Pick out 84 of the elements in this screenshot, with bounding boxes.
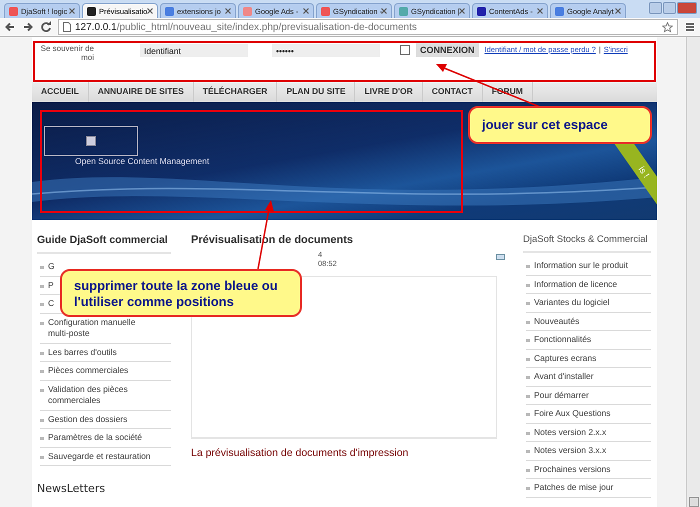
menu-link[interactable]: Pièces commerciales [48, 365, 128, 376]
page-icon [63, 22, 71, 32]
article-heading: La prévisualisation de documents d'impression [191, 447, 410, 459]
bullet-icon [40, 303, 44, 306]
favicon-icon [165, 6, 174, 16]
close-tab-icon[interactable] [147, 8, 153, 14]
menu-link[interactable]: Notes version 2.x.x [534, 426, 606, 438]
menu-link[interactable]: Foire Aux Questions [534, 408, 611, 420]
menu-link[interactable]: Information sur le produit [534, 260, 628, 272]
reload-icon[interactable] [40, 21, 52, 33]
menu-link[interactable]: Captures ecrans [534, 352, 596, 364]
close-tab-icon[interactable] [225, 8, 231, 14]
banner-tagline: Open Source Content Management [75, 156, 210, 166]
menu-link[interactable]: G [48, 261, 55, 272]
menu-link[interactable]: Validation des pièces commerciales [48, 384, 158, 406]
favicon-icon [477, 6, 486, 16]
sidebar-title: Guide DjaSoft commercial [37, 234, 171, 254]
sidebar-title: DjaSoft Stocks & Commercial [523, 234, 651, 253]
menu-link[interactable]: Pour démarrer [534, 390, 589, 401]
favicon-icon [9, 6, 18, 16]
close-tab-icon[interactable] [459, 8, 465, 14]
bullet-icon [40, 388, 44, 392]
remember-checkbox[interactable] [400, 45, 410, 55]
menu-link[interactable]: Notes version 3.x.x [534, 445, 606, 456]
bullet-icon [526, 432, 530, 434]
username-field[interactable]: Identifiant [140, 44, 248, 57]
bullet-icon [526, 339, 530, 342]
bullet-icon [40, 370, 44, 373]
close-tab-icon[interactable] [303, 8, 309, 14]
menu-link[interactable]: C [48, 298, 54, 310]
menu-link[interactable]: Les barres d'outils [48, 346, 117, 358]
bullet-icon [40, 418, 44, 422]
broken-image-icon [86, 136, 96, 146]
favicon-icon [87, 6, 96, 16]
bullet-icon [526, 265, 530, 268]
annotation-callout: supprimer toute la zone bleue ou l'utiliser comme positions [60, 269, 302, 317]
menu-link[interactable]: Nouveautés [534, 316, 580, 327]
favicon-icon [321, 6, 330, 16]
password-field[interactable]: •••••• [272, 44, 380, 57]
bullet-icon [526, 450, 530, 453]
bullet-icon [40, 456, 44, 458]
menu-link[interactable]: Information de licence [534, 278, 618, 290]
url-text: 127.0.0.1/public_html/nouveau_site/index.php/previsualisation-de-documents [75, 22, 417, 32]
bullet-icon [526, 468, 530, 472]
bullet-icon [526, 358, 530, 360]
bullet-icon [526, 302, 530, 305]
bullet-icon [40, 437, 44, 440]
bullet-icon [526, 394, 530, 398]
bullet-icon [526, 376, 530, 379]
bullet-icon [526, 284, 530, 286]
bullet-icon [40, 322, 44, 324]
menu-icon[interactable] [684, 21, 696, 33]
bullet-icon [40, 266, 44, 269]
remember-label: Se souvenir de moi [40, 44, 94, 62]
menu-link[interactable]: Paramètres de la société [48, 432, 142, 444]
annotation-callout: jouer sur cet espace [468, 106, 652, 144]
menu-link[interactable]: Variantes du logiciel [534, 297, 610, 308]
bullet-icon [40, 352, 44, 354]
bullet-icon [526, 320, 530, 324]
bullet-icon [526, 487, 530, 490]
close-tab-icon[interactable] [69, 8, 75, 14]
menu-link[interactable]: Avant d'installer [534, 371, 594, 382]
bullet-icon [526, 413, 530, 416]
close-tab-icon[interactable] [537, 8, 543, 14]
scrollbar[interactable] [686, 37, 700, 507]
login-button[interactable]: CONNEXION [416, 43, 479, 57]
back-icon[interactable] [4, 21, 16, 33]
star-icon[interactable] [662, 22, 673, 32]
menu-link[interactable]: Configuration manuelle multi-poste [48, 316, 158, 340]
forward-icon[interactable] [22, 21, 34, 33]
menu-link[interactable]: Prochaines versions [534, 464, 611, 475]
close-tab-icon[interactable] [381, 8, 387, 14]
menu-link[interactable]: Sauvegarde et restauration [48, 450, 151, 462]
address-bar[interactable]: 127.0.0.1/public_html/nouveau_site/index.php/previsualisation-de-documents [58, 19, 678, 35]
menu-link[interactable]: P [48, 280, 54, 291]
section-title: NewsLetters [37, 482, 106, 495]
menu-link[interactable]: Patches de mise jour [534, 482, 614, 494]
favicon-icon [555, 6, 564, 16]
close-tab-icon[interactable] [615, 8, 621, 14]
favicon-icon [399, 6, 408, 16]
menu-link[interactable]: Gestion des dossiers [48, 414, 128, 425]
bullet-icon [40, 284, 44, 288]
favicon-icon [243, 6, 252, 16]
menu-link[interactable]: Fonctionnalités [534, 334, 592, 346]
